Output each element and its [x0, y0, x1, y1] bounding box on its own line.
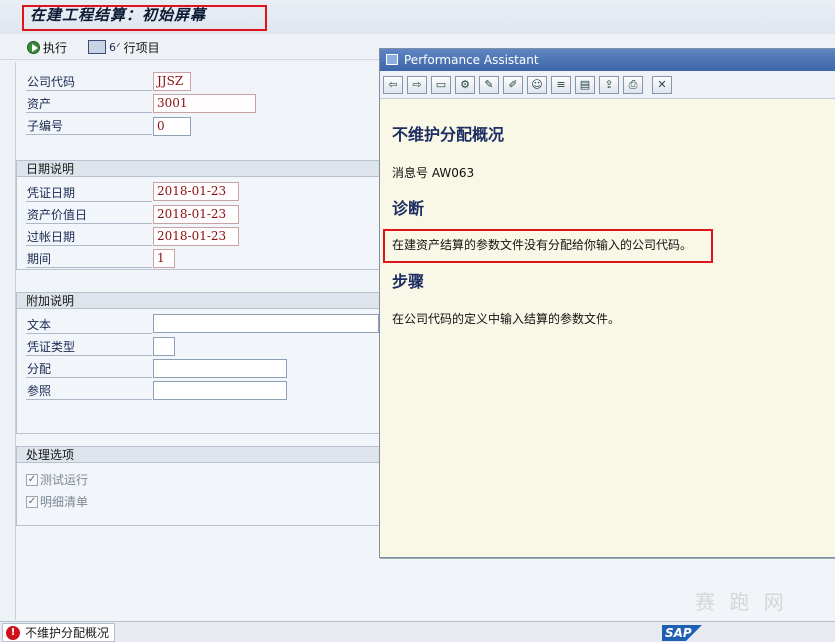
execute-label: 执行 — [43, 40, 68, 55]
detail-list-label: 明细清单 — [40, 495, 89, 509]
company-code-label: 公司代码 — [26, 73, 152, 91]
period-label: 期间 — [26, 250, 152, 268]
test-run-checkbox[interactable]: ✓ 测试运行 — [26, 471, 88, 488]
message-number-label: 消息号 — [392, 166, 429, 180]
reference-label: 参照 — [26, 382, 152, 400]
test-run-label: 测试运行 — [40, 473, 89, 487]
message-number: 消息号 AW063 — [392, 164, 474, 181]
doc-date-field[interactable]: 2018-01-23 — [153, 182, 239, 201]
diagnosis-highlight-frame — [383, 229, 713, 263]
value-date-field[interactable]: 2018-01-23 — [153, 205, 239, 224]
user-icon[interactable]: ☺ — [527, 75, 547, 94]
forward-arrow-icon[interactable]: ⇨ — [407, 75, 427, 94]
status-message[interactable]: ! 不维护分配概况 — [2, 623, 116, 642]
diagnosis-title: 诊断 — [392, 199, 425, 218]
assistant-title-bar[interactable]: Performance Assistant — [380, 49, 835, 71]
checkmark-icon: ✓ — [26, 473, 38, 486]
assignment-field[interactable] — [153, 359, 287, 378]
detail-list-checkbox[interactable]: ✓ 明细清单 — [26, 493, 88, 510]
technical-info-icon[interactable]: ⚙ — [455, 75, 475, 94]
execute-button[interactable]: 执行 — [27, 38, 67, 56]
status-message-text: 不维护分配概况 — [25, 626, 110, 640]
asset-label: 资产 — [26, 95, 152, 113]
status-bar: ! 不维护分配概况 — [0, 621, 835, 642]
edit-icon[interactable]: ✎ — [479, 75, 499, 94]
processing-group-title: 处理选项 — [17, 447, 435, 463]
book-icon[interactable]: ▭ — [431, 75, 451, 94]
note-icon[interactable]: ▤ — [575, 75, 595, 94]
assistant-heading: 不维护分配概况 — [392, 125, 505, 144]
list-icon[interactable]: ≡ — [551, 75, 571, 94]
pen-icon[interactable]: ✐ — [503, 75, 523, 94]
line-items-button[interactable]: 6ᐟ 行项目 — [88, 38, 160, 56]
close-icon[interactable]: ✕ — [652, 75, 672, 94]
doc-type-field[interactable] — [153, 337, 175, 356]
execute-icon — [27, 40, 40, 54]
window-icon — [386, 54, 398, 65]
back-arrow-icon[interactable]: ⇦ — [383, 75, 403, 94]
export-icon[interactable]: ⇪ — [599, 75, 619, 94]
title-highlight-frame — [22, 5, 267, 31]
value-date-label: 资产价值日 — [26, 206, 152, 224]
text-field[interactable] — [153, 314, 379, 333]
additional-group-title: 附加说明 — [17, 293, 435, 309]
assignment-label: 分配 — [26, 360, 152, 378]
subnumber-label: 子编号 — [26, 117, 152, 135]
line-items-label: 行项目 — [123, 40, 160, 55]
doc-date-label: 凭证日期 — [26, 184, 152, 202]
period-field[interactable]: 1 — [153, 249, 175, 268]
doc-type-label: 凭证类型 — [26, 338, 152, 356]
procedure-text: 在公司代码的定义中输入结算的参数文件。 — [392, 312, 621, 326]
message-number-value: AW063 — [431, 166, 475, 180]
subnumber-field[interactable]: 0 — [153, 117, 191, 136]
glasses-icon: 6ᐟ — [109, 40, 121, 54]
assistant-window-title: Performance Assistant — [404, 53, 539, 67]
company-code-field[interactable]: JJSZ — [153, 72, 191, 91]
performance-assistant-window: Performance Assistant ⇦ ⇨ ▭ ⚙ ✎ ✐ ☺ ≡ ▤ … — [379, 48, 835, 558]
print-icon[interactable]: ⎙ — [623, 75, 643, 94]
dates-group-title: 日期说明 — [17, 161, 435, 177]
watermark: 赛 跑 网 — [695, 590, 788, 614]
posting-date-label: 过帐日期 — [26, 228, 152, 246]
posting-date-field[interactable]: 2018-01-23 — [153, 227, 239, 246]
asset-field[interactable]: 3001 — [153, 94, 256, 113]
reference-field[interactable] — [153, 381, 287, 400]
checkmark-icon: ✓ — [26, 495, 38, 508]
error-icon: ! — [6, 625, 20, 640]
procedure-title: 步骤 — [392, 272, 425, 291]
text-label: 文本 — [26, 316, 152, 334]
line-items-icon — [88, 40, 106, 54]
title-bar: 在建工程结算：初始屏幕 — [0, 0, 835, 34]
assistant-toolbar: ⇦ ⇨ ▭ ⚙ ✎ ✐ ☺ ≡ ▤ ⇪ ⎙ ✕ — [380, 71, 835, 99]
